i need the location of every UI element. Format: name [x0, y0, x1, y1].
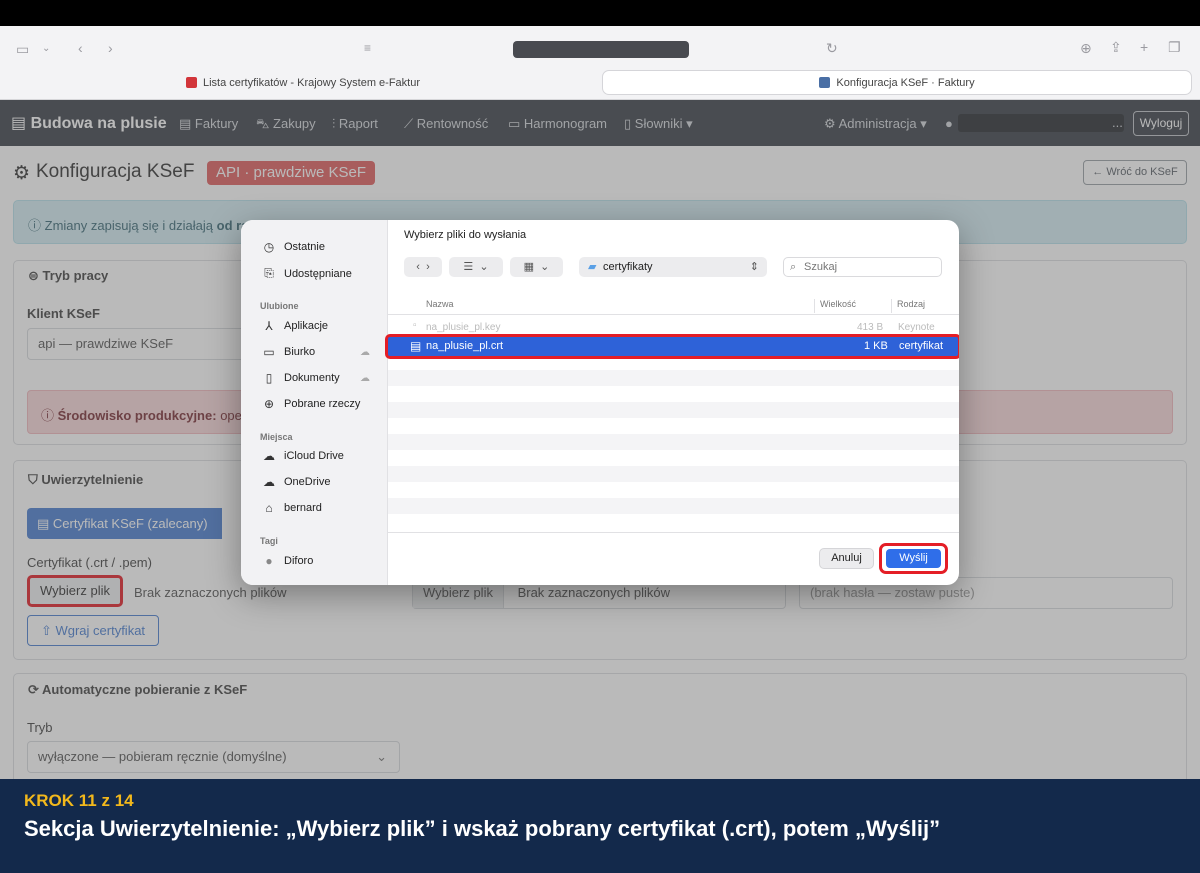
sidebar-label: Dokumenty — [284, 372, 340, 384]
sidebar-label: Udostępniane — [284, 267, 352, 280]
list-stripe — [388, 498, 959, 514]
grid-icon: ▦ — [523, 261, 535, 273]
new-tab-icon[interactable]: + — [1140, 39, 1148, 55]
sidebar-label: bernard — [284, 502, 322, 514]
clock-icon: ◷ — [263, 240, 275, 254]
folder-popup[interactable]: ▰ certyfikaty ⇕ — [579, 257, 767, 277]
tab-certificates[interactable]: Lista certyfikatów - Krajowy System e-Fa… — [8, 70, 598, 95]
sidebar-item-downloads[interactable]: ⊕ Pobrane rzeczy — [261, 397, 360, 411]
step-instruction: Sekcja Uwierzytelnienie: „Wybierz plik” … — [24, 816, 941, 841]
sidebar-label: Diforo — [284, 555, 314, 567]
sidebar-label: Pobrane rzeczy — [284, 398, 361, 410]
column-name[interactable]: Nazwa — [426, 299, 454, 309]
forward-arrow-icon[interactable]: › — [108, 40, 113, 56]
app-favicon — [819, 77, 831, 88]
grid-view-button[interactable]: ▦ ⌄ — [510, 257, 563, 277]
sidebar-label: Ostatnie — [284, 241, 325, 253]
chevron-down-icon[interactable]: ⌄ — [42, 41, 50, 57]
download-icon[interactable]: ⊕ — [1080, 40, 1092, 56]
file-name: na_plusie_pl.crt — [426, 340, 504, 352]
shared-folder-icon: ⎘ — [264, 266, 274, 280]
search-field[interactable]: ⌕ Szukaj — [783, 257, 942, 277]
file-size: 413 B — [857, 322, 884, 333]
send-highlight: Wyślij — [879, 543, 948, 574]
back-arrow-icon[interactable]: ‹ — [78, 40, 83, 56]
tab-label: Lista certyfikatów - Krajowy System e-Fa… — [202, 76, 420, 89]
page-settings-icon[interactable]: ≡ — [364, 40, 371, 56]
favorites-heading: Ulubione — [260, 301, 299, 311]
tab-overview-icon[interactable]: ❐ — [1168, 39, 1181, 55]
column-kind[interactable]: Rodzaj — [891, 299, 925, 313]
sidebar-label: OneDrive — [284, 476, 331, 488]
divider — [388, 532, 959, 533]
file-icon: ▫ — [413, 320, 417, 331]
document-icon: ▯ — [265, 371, 273, 385]
sidebar-item-home[interactable]: ⌂ bernard — [261, 501, 322, 515]
chevron-right-icon[interactable]: › — [426, 261, 430, 273]
search-placeholder: Szukaj — [804, 261, 838, 273]
cloud-icon: ☁ — [360, 373, 370, 384]
step-counter: KROK 11 z 14 — [24, 791, 134, 810]
list-view-button[interactable]: ☰ ⌄ — [449, 257, 503, 277]
list-stripe — [388, 402, 959, 418]
apps-icon: ⅄ — [265, 319, 273, 333]
search-icon: ⌕ — [790, 261, 797, 273]
sidebar-label: iCloud Drive — [284, 450, 344, 462]
tab-label: Konfiguracja KSeF · Faktury — [836, 76, 975, 89]
onedrive-icon: ☁ — [263, 475, 275, 489]
sidebar-item-documents[interactable]: ▯ Dokumenty — [261, 371, 340, 385]
updown-chevron-icon: ⇕ — [749, 261, 759, 273]
column-size[interactable]: Wielkość — [814, 299, 856, 313]
download-circle-icon: ⊕ — [263, 397, 275, 411]
home-icon: ⌂ — [265, 501, 273, 515]
tag-dot-icon: ● — [265, 554, 273, 568]
file-list-header: Nazwa Wielkość Rodzaj — [388, 293, 959, 315]
sidebar-label: Aplikacje — [284, 320, 329, 332]
share-icon[interactable]: ⇪ — [1110, 39, 1122, 55]
file-name: na_plusie_pl.key — [426, 322, 501, 333]
screenshot-stage: ▭ ⌄ ‹ › ≡ ↻ ⊕ ⇪ + ❐ Lista certyfikatów -… — [0, 0, 1200, 873]
sidebar-item-onedrive[interactable]: ☁ OneDrive — [261, 475, 330, 489]
cloud-icon: ☁ — [263, 449, 275, 463]
sidebar-item-shared[interactable]: ⎘ Udostępniane — [261, 266, 352, 281]
ksef-favicon — [185, 77, 197, 88]
sidebar-item-desktop[interactable]: ▭ Biurko — [261, 345, 315, 359]
sidebar-label: Biurko — [284, 346, 316, 358]
address-bar[interactable] — [513, 41, 689, 58]
sidebar-item-recents[interactable]: ◷ Ostatnie — [261, 240, 325, 254]
sidebar-item-tag[interactable]: ● Diforo — [261, 554, 313, 568]
dialog-title: Wybierz pliki do wysłania — [404, 229, 527, 241]
list-icon: ☰ — [463, 261, 474, 273]
chevron-down-icon: ⌄ — [540, 261, 550, 273]
reload-icon[interactable]: ↻ — [826, 40, 838, 56]
chevron-left-icon[interactable]: ‹ — [416, 261, 420, 273]
folder-name: certyfikaty — [603, 261, 653, 273]
list-stripe — [388, 370, 959, 386]
nav-back-forward[interactable]: ‹ › — [404, 257, 442, 277]
tags-heading: Tagi — [260, 536, 278, 546]
chevron-down-icon: ⌄ — [479, 261, 489, 273]
certificate-file-icon: ▤ — [410, 339, 422, 353]
file-size: 1 KB — [864, 340, 888, 352]
file-kind: certyfikat — [899, 340, 944, 352]
file-kind: Keynote — [898, 322, 935, 333]
tab-ksef-config[interactable]: Konfiguracja KSeF · Faktury — [602, 70, 1192, 95]
sidebar-item-icloud[interactable]: ☁ iCloud Drive — [261, 449, 344, 463]
list-stripe — [388, 434, 959, 450]
cancel-button[interactable]: Anuluj — [819, 548, 874, 569]
folder-icon: ▰ — [588, 261, 597, 273]
tutorial-caption: KROK 11 z 14 Sekcja Uwierzytelnienie: „W… — [0, 779, 1200, 873]
dialog-sidebar: ◷ Ostatnie ⎘ Udostępniane Ulubione ⅄ Aplika… — [241, 220, 388, 585]
list-stripe — [388, 466, 959, 482]
send-button[interactable]: Wyślij — [886, 549, 941, 568]
locations-heading: Miejsca — [260, 432, 293, 442]
cloud-icon: ☁ — [360, 347, 370, 358]
list-item[interactable]: ▫ na_plusie_pl.key 413 B Keynote — [388, 320, 959, 334]
file-chooser-dialog: ◷ Ostatnie ⎘ Udostępniane Ulubione ⅄ Aplika… — [241, 220, 959, 585]
list-item-selected[interactable]: ▤ na_plusie_pl.crt 1 KB certyfikat — [385, 334, 959, 359]
desktop-icon: ▭ — [263, 345, 275, 359]
sidebar-toggle-icon[interactable]: ▭ — [16, 41, 29, 57]
sidebar-item-apps[interactable]: ⅄ Aplikacje — [261, 319, 328, 333]
